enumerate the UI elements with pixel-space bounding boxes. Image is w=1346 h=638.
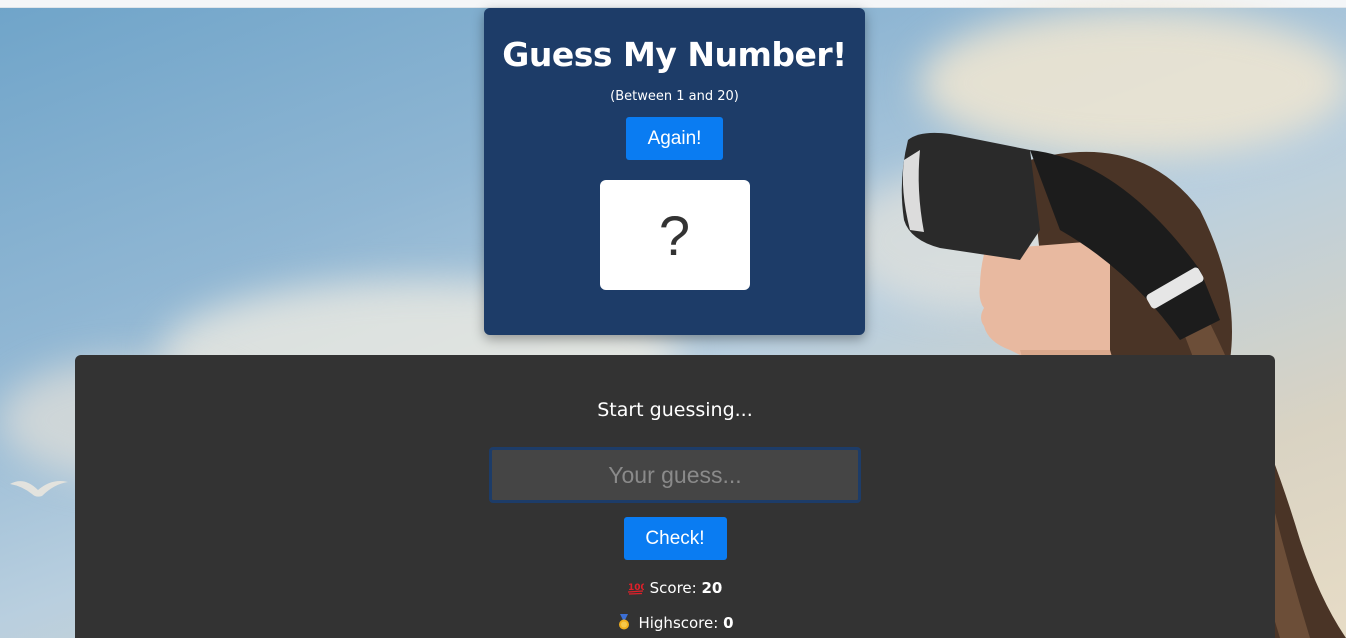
again-button[interactable]: Again! bbox=[626, 117, 723, 160]
highscore-value: 0 bbox=[723, 614, 734, 632]
browser-top-strip bbox=[0, 0, 1346, 8]
score-line: 100 Score: 20 bbox=[75, 578, 1275, 598]
header-card: Guess My Number! (Between 1 and 20) Agai… bbox=[484, 8, 865, 335]
guess-input[interactable] bbox=[489, 447, 861, 503]
highscore-label: Highscore: bbox=[638, 614, 719, 632]
status-message: Start guessing... bbox=[597, 399, 753, 421]
game-panel: Start guessing... Check! 100 Score: 20 H… bbox=[75, 355, 1275, 638]
game-page: Guess My Number! (Between 1 and 20) Agai… bbox=[0, 0, 1346, 638]
secret-number-box: ? bbox=[599, 180, 750, 290]
page-title: Guess My Number! bbox=[502, 35, 847, 74]
score-value: 20 bbox=[701, 579, 723, 597]
seagull-image bbox=[10, 481, 68, 497]
hundred-points-icon: 100 bbox=[627, 583, 644, 595]
range-subtitle: (Between 1 and 20) bbox=[610, 89, 739, 104]
score-label: Score: bbox=[649, 579, 697, 597]
check-button[interactable]: Check! bbox=[623, 517, 727, 560]
highscore-line: Highscore: 0 bbox=[75, 613, 1275, 633]
medal-icon bbox=[619, 614, 630, 630]
